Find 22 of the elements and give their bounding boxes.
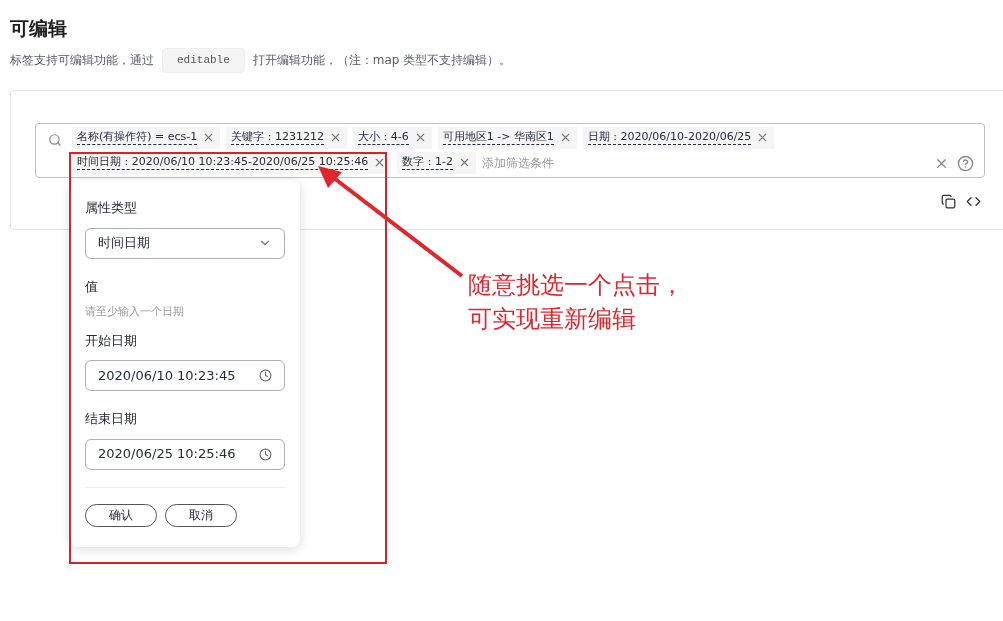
field-label: 值 bbox=[85, 277, 98, 296]
filter-tag[interactable]: 数字 : 1-2 bbox=[397, 151, 476, 174]
filter-input[interactable]: 添加筛选条件 bbox=[481, 151, 612, 174]
field-label: 结束日期 bbox=[85, 410, 137, 428]
type-select[interactable]: 时间日期 bbox=[85, 227, 285, 259]
filter-tag[interactable]: 可用地区1 -> 华南区1 bbox=[437, 126, 577, 149]
filter-tag[interactable]: 关键字 : 1231212 bbox=[226, 126, 347, 149]
filter-tag[interactable]: 名称(有操作符) = ecs-1 bbox=[72, 126, 221, 149]
hint-text: 请至少输入一个日期 bbox=[85, 304, 184, 320]
annotation-text: 随意挑选一个点击， bbox=[468, 270, 684, 301]
filter-tag[interactable]: 日期 : 2020/06/10-2020/06/25 bbox=[582, 126, 775, 149]
page-title: 可编辑 bbox=[10, 16, 67, 41]
field-label: 属性类型 bbox=[85, 199, 137, 217]
code-snippet: editable bbox=[162, 48, 245, 73]
end-date-field[interactable]: 2020/06/25 10:25:46 bbox=[85, 438, 285, 470]
annotation-text: 可实现重新编辑 bbox=[468, 304, 636, 335]
description-text: 标签支持可编辑功能，通过 bbox=[10, 52, 154, 70]
filter-tag[interactable]: 大小 : 4-6 bbox=[353, 126, 432, 149]
field-label: 开始日期 bbox=[85, 331, 137, 350]
start-date-field[interactable]: 2020/06/10 10:23:45 bbox=[85, 360, 285, 391]
description-text: 打开编辑功能，（注：map 类型不支持编辑）。 bbox=[252, 52, 512, 70]
filter-field[interactable]: 名称(有操作符) = ecs-1 关键字 : 1231212 大小 : 4-6 可用地区1 -> 华南区1 日期 : 2020/06/10-2020/06/25 时间日期 : 2020/06/10 10:23:45-2020/06/25 10:25:46 数字 : 1-2 添加筛选条件 bbox=[35, 122, 985, 178]
